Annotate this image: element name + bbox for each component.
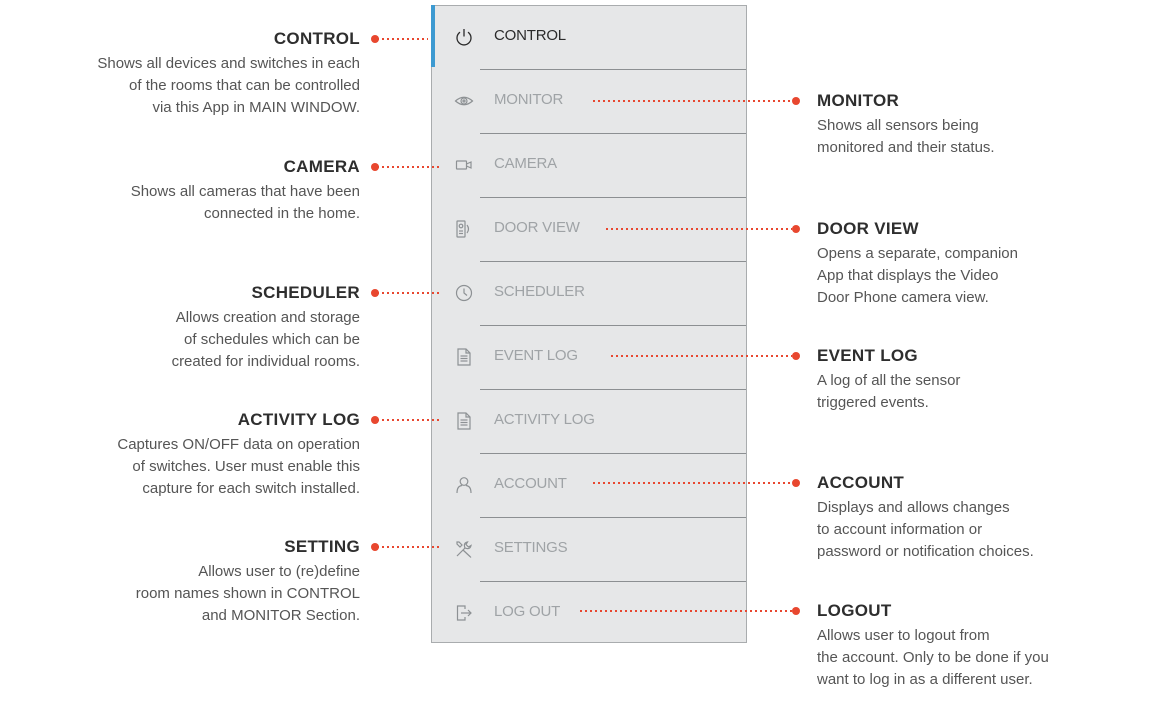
annotation-account: ACCOUNT Displays and allows changes to a… — [817, 473, 1152, 563]
annotation-event-log: EVENT LOG A log of all the sensor trigge… — [817, 346, 1152, 414]
menu-item-camera[interactable]: CAMERA — [432, 134, 746, 198]
menu-label-door-view: DOOR VIEW — [494, 219, 580, 236]
annotation-title: EVENT LOG — [817, 346, 918, 365]
navigation-menu: CONTROL MONITOR CAMERA DOOR VIEW SCHEDUL… — [431, 5, 747, 643]
annotation-logout: LOGOUT Allows user to logout from the ac… — [817, 601, 1152, 691]
annotation-title: CONTROL — [273, 29, 360, 48]
annotation-door-view: DOOR VIEW Opens a separate, companion Ap… — [817, 219, 1152, 309]
eye-icon — [452, 89, 476, 113]
menu-item-activity-log[interactable]: ACTIVITY LOG — [432, 390, 746, 454]
annotation-title: MONITOR — [817, 91, 900, 110]
menu-label-log-out: LOG OUT — [494, 603, 561, 620]
menu-label-camera: CAMERA — [494, 155, 557, 172]
annotation-description: Captures ON/OFF data on operation of swi… — [117, 436, 360, 497]
menu-label-settings: SETTINGS — [494, 539, 568, 556]
annotation-camera: CAMERA Shows all cameras that have been … — [0, 157, 360, 225]
annotation-description: Allows user to logout from the account. … — [817, 627, 1049, 688]
door-phone-icon — [452, 217, 476, 241]
document-icon — [452, 409, 476, 433]
annotation-activity-log: ACTIVITY LOG Captures ON/OFF data on ope… — [0, 410, 360, 500]
annotation-control: CONTROL Shows all devices and switches i… — [0, 29, 360, 119]
tools-icon — [452, 537, 476, 561]
connector-control — [371, 35, 428, 43]
annotation-description: Shows all devices and switches in each o… — [97, 55, 360, 116]
menu-item-settings[interactable]: SETTINGS — [432, 518, 746, 582]
annotation-title: ACCOUNT — [817, 473, 905, 492]
annotation-setting: SETTING Allows user to (re)define room n… — [0, 537, 360, 627]
camera-icon — [452, 153, 476, 177]
menu-item-scheduler[interactable]: SCHEDULER — [432, 262, 746, 326]
menu-item-log-out[interactable]: LOG OUT — [432, 582, 746, 646]
annotation-title: SETTING — [284, 537, 360, 556]
annotation-description: Opens a separate, companion App that dis… — [817, 245, 1018, 306]
menu-label-event-log: EVENT LOG — [494, 347, 578, 364]
annotation-title: LOGOUT — [817, 601, 892, 620]
annotation-title: SCHEDULER — [251, 283, 360, 302]
clock-icon — [452, 281, 476, 305]
power-icon — [452, 25, 476, 49]
document-icon — [452, 345, 476, 369]
annotation-title: ACTIVITY LOG — [237, 410, 360, 429]
annotation-monitor: MONITOR Shows all sensors being monitore… — [817, 91, 1152, 159]
logout-icon — [452, 601, 476, 625]
annotation-description: Allows creation and storage of schedules… — [171, 309, 360, 370]
annotation-description: Shows all sensors being monitored and th… — [817, 117, 995, 156]
menu-label-account: ACCOUNT — [494, 475, 567, 492]
menu-label-scheduler: SCHEDULER — [494, 283, 585, 300]
annotation-description: Displays and allows changes to account i… — [817, 499, 1034, 560]
annotation-description: Allows user to (re)define room names sho… — [135, 563, 360, 624]
menu-label-monitor: MONITOR — [494, 91, 564, 108]
menu-item-account[interactable]: ACCOUNT — [432, 454, 746, 518]
annotation-description: A log of all the sensor triggered events… — [817, 372, 961, 411]
menu-label-activity-log: ACTIVITY LOG — [494, 411, 595, 428]
user-icon — [452, 473, 476, 497]
menu-label-control: CONTROL — [494, 27, 566, 44]
menu-item-event-log[interactable]: EVENT LOG — [432, 326, 746, 390]
menu-item-control[interactable]: CONTROL — [432, 6, 746, 70]
menu-item-monitor[interactable]: MONITOR — [432, 70, 746, 134]
menu-item-door-view[interactable]: DOOR VIEW — [432, 198, 746, 262]
annotation-title: CAMERA — [283, 157, 360, 176]
annotation-scheduler: SCHEDULER Allows creation and storage of… — [0, 283, 360, 373]
annotation-description: Shows all cameras that have been connect… — [130, 183, 360, 222]
annotation-title: DOOR VIEW — [817, 219, 919, 238]
